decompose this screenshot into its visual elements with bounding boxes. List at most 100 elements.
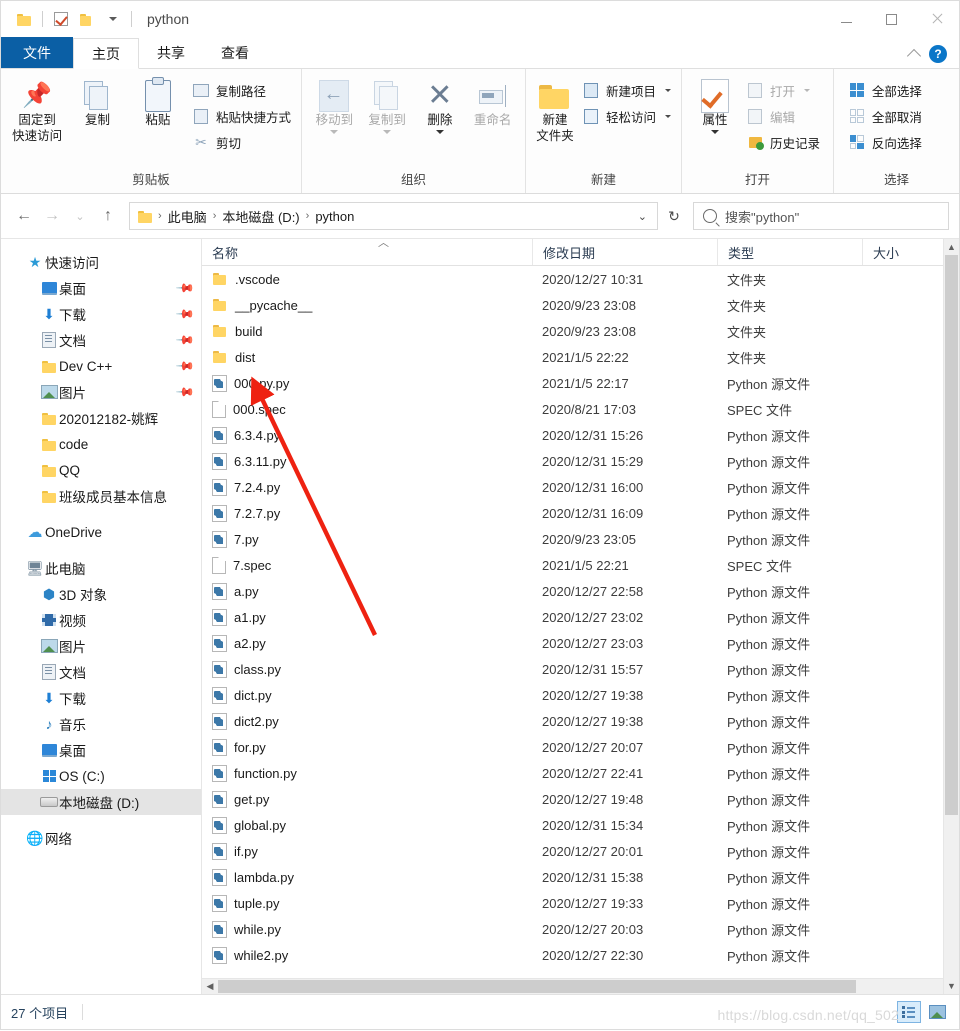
- breadcrumb-item-1[interactable]: 本地磁盘 (D:): [217, 207, 304, 226]
- new-item-button[interactable]: 新建项目: [578, 79, 675, 101]
- column-header-date[interactable]: 修改日期: [532, 239, 717, 265]
- cut-button[interactable]: ✂ 剪切: [188, 131, 295, 153]
- table-row[interactable]: 000.py.py2021/1/5 22:17Python 源文件2: [202, 370, 959, 396]
- table-row[interactable]: dict.py2020/12/27 19:38Python 源文件1: [202, 682, 959, 708]
- open-caret-icon[interactable]: [804, 89, 810, 92]
- sidebar-item-this-pc[interactable]: 🖥 此电脑: [1, 555, 201, 581]
- table-row[interactable]: class.py2020/12/31 15:57Python 源文件1: [202, 656, 959, 682]
- delete-caret-icon[interactable]: [436, 130, 444, 134]
- sidebar-item-local-disk-d[interactable]: 本地磁盘 (D:): [1, 789, 201, 815]
- delete-button[interactable]: ✕ 删除: [414, 73, 467, 134]
- file-name-cell[interactable]: tuple.py: [202, 895, 532, 912]
- file-name-cell[interactable]: 000.spec: [202, 401, 532, 418]
- table-row[interactable]: a1.py2020/12/27 23:02Python 源文件1: [202, 604, 959, 630]
- table-row[interactable]: if.py2020/12/27 20:01Python 源文件1: [202, 838, 959, 864]
- file-name-cell[interactable]: 7.spec: [202, 557, 532, 574]
- file-name-cell[interactable]: 6.3.4.py: [202, 427, 532, 444]
- qat-customize-dropdown-icon[interactable]: [100, 6, 126, 32]
- file-name-cell[interactable]: dict.py: [202, 687, 532, 704]
- table-row[interactable]: function.py2020/12/27 22:41Python 源文件1: [202, 760, 959, 786]
- refresh-button[interactable]: ↻: [660, 202, 688, 230]
- table-row[interactable]: a.py2020/12/27 22:58Python 源文件1: [202, 578, 959, 604]
- maximize-button[interactable]: [869, 1, 914, 37]
- column-header-type[interactable]: 类型: [717, 239, 862, 265]
- file-name-cell[interactable]: for.py: [202, 739, 532, 756]
- sidebar-item-os-c[interactable]: OS (C:): [1, 763, 201, 789]
- sidebar-item-dev-cpp[interactable]: Dev C++ 📌: [1, 353, 201, 379]
- horizontal-scroll-thumb[interactable]: [218, 980, 856, 993]
- tab-view[interactable]: 查看: [203, 37, 267, 68]
- file-name-cell[interactable]: .vscode: [202, 272, 532, 287]
- scroll-down-arrow[interactable]: ▼: [944, 978, 959, 994]
- qat-folder-icon[interactable]: [11, 6, 37, 32]
- file-name-cell[interactable]: a2.py: [202, 635, 532, 652]
- pin-icon[interactable]: 📌: [175, 356, 195, 376]
- sidebar-item-downloads[interactable]: ⬇ 下载 📌: [1, 301, 201, 327]
- sidebar-item-videos[interactable]: 视频: [1, 607, 201, 633]
- sidebar-item-quick-access[interactable]: ★ 快速访问: [1, 249, 201, 275]
- sidebar-item-code[interactable]: code: [1, 431, 201, 457]
- edit-button[interactable]: 编辑: [742, 105, 824, 127]
- column-header-size[interactable]: 大小: [862, 239, 952, 265]
- help-icon[interactable]: ?: [929, 45, 947, 63]
- recent-locations-button[interactable]: ⌄: [67, 203, 93, 229]
- chevron-up-icon[interactable]: [907, 49, 921, 63]
- easy-access-caret-icon[interactable]: [665, 115, 671, 118]
- table-row[interactable]: 7.2.4.py2020/12/31 16:00Python 源文件1: [202, 474, 959, 500]
- qat-new-folder-icon[interactable]: [74, 6, 100, 32]
- table-row[interactable]: 7.py2020/9/23 23:05Python 源文件2: [202, 526, 959, 552]
- table-row[interactable]: build2020/9/23 23:08文件夹: [202, 318, 959, 344]
- scroll-up-arrow[interactable]: ▲: [944, 239, 959, 255]
- sidebar-item-qq[interactable]: QQ: [1, 457, 201, 483]
- file-name-cell[interactable]: dist: [202, 350, 532, 365]
- table-row[interactable]: lambda.py2020/12/31 15:38Python 源文件1: [202, 864, 959, 890]
- sidebar-item-pictures-pc[interactable]: 图片: [1, 633, 201, 659]
- file-name-cell[interactable]: __pycache__: [202, 298, 532, 313]
- sidebar-item-onedrive[interactable]: ☁ OneDrive: [1, 519, 201, 545]
- breadcrumb-item-0[interactable]: 此电脑: [163, 207, 212, 226]
- file-name-cell[interactable]: 7.py: [202, 531, 532, 548]
- rename-button[interactable]: 重命名: [466, 73, 519, 129]
- table-row[interactable]: .vscode2020/12/27 10:31文件夹: [202, 266, 959, 292]
- file-name-cell[interactable]: get.py: [202, 791, 532, 808]
- file-name-cell[interactable]: lambda.py: [202, 869, 532, 886]
- table-row[interactable]: for.py2020/12/27 20:07Python 源文件1: [202, 734, 959, 760]
- move-to-caret-icon[interactable]: [330, 130, 338, 134]
- properties-button[interactable]: 属性: [688, 73, 742, 134]
- table-row[interactable]: 7.2.7.py2020/12/31 16:09Python 源文件0: [202, 500, 959, 526]
- back-button[interactable]: ←: [11, 203, 37, 229]
- file-name-cell[interactable]: function.py: [202, 765, 532, 782]
- table-row[interactable]: 7.spec2021/1/5 22:21SPEC 文件1: [202, 552, 959, 578]
- pin-to-quick-access-button[interactable]: 📌 固定到 快速访问: [7, 73, 67, 144]
- sidebar-item-downloads-pc[interactable]: ⬇ 下载: [1, 685, 201, 711]
- paste-button[interactable]: 粘贴: [128, 73, 188, 129]
- table-row[interactable]: dist2021/1/5 22:22文件夹: [202, 344, 959, 370]
- select-none-button[interactable]: 全部取消: [844, 105, 926, 127]
- file-name-cell[interactable]: 6.3.11.py: [202, 453, 532, 470]
- close-button[interactable]: [914, 1, 959, 37]
- file-name-cell[interactable]: if.py: [202, 843, 532, 860]
- sidebar-item-desktop-pc[interactable]: 桌面: [1, 737, 201, 763]
- file-name-cell[interactable]: global.py: [202, 817, 532, 834]
- sidebar-item-202012182[interactable]: 202012182-姚辉: [1, 405, 201, 431]
- vertical-scroll-thumb[interactable]: [945, 255, 958, 815]
- file-name-cell[interactable]: class.py: [202, 661, 532, 678]
- sidebar-item-3d-objects[interactable]: ⬢ 3D 对象: [1, 581, 201, 607]
- file-rows[interactable]: .vscode2020/12/27 10:31文件夹__pycache__202…: [202, 266, 959, 978]
- easy-access-button[interactable]: 轻松访问: [578, 105, 675, 127]
- file-name-cell[interactable]: dict2.py: [202, 713, 532, 730]
- pin-icon[interactable]: 📌: [175, 304, 195, 324]
- thumbnails-view-button[interactable]: [925, 1001, 949, 1023]
- table-row[interactable]: a2.py2020/12/27 23:03Python 源文件1: [202, 630, 959, 656]
- pin-icon[interactable]: 📌: [175, 382, 195, 402]
- sidebar-item-documents[interactable]: 文档 📌: [1, 327, 201, 353]
- table-row[interactable]: __pycache__2020/9/23 23:08文件夹: [202, 292, 959, 318]
- breadcrumb[interactable]: › 此电脑 › 本地磁盘 (D:) › python ⌄: [129, 202, 658, 230]
- new-folder-button[interactable]: 新建 文件夹: [532, 73, 578, 144]
- address-dropdown-icon[interactable]: ⌄: [638, 210, 651, 223]
- horizontal-scroll-track[interactable]: [218, 979, 943, 994]
- table-row[interactable]: 6.3.11.py2020/12/31 15:29Python 源文件1: [202, 448, 959, 474]
- select-all-button[interactable]: 全部选择: [844, 79, 926, 101]
- pin-icon[interactable]: 📌: [175, 330, 195, 350]
- table-row[interactable]: while.py2020/12/27 20:03Python 源文件1: [202, 916, 959, 942]
